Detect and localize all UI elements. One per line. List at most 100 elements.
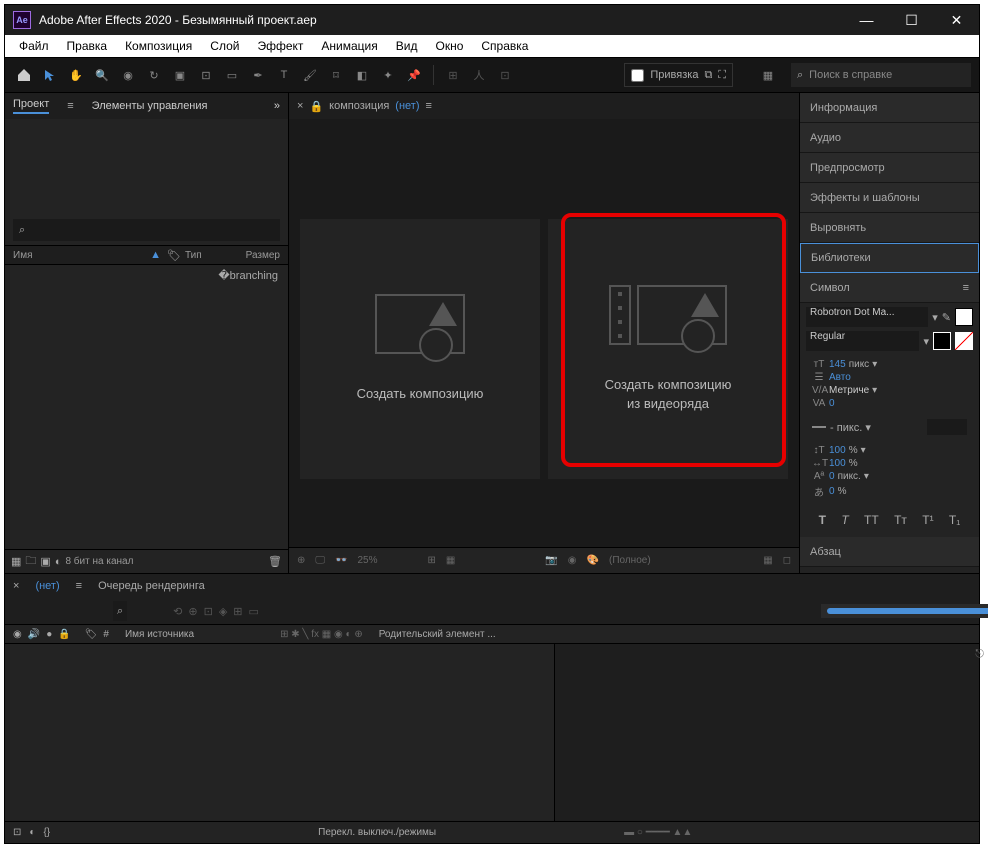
col-parent[interactable]: Родительский элемент ... <box>379 629 496 640</box>
axis-z-icon[interactable]: ⊡ <box>494 64 516 86</box>
panel-align[interactable]: Выровнять <box>800 213 979 243</box>
sort-indicator-icon[interactable]: ▲ <box>150 249 161 261</box>
font-size-value[interactable]: 145 <box>829 359 846 370</box>
graph-toggle-icon[interactable]: ⎋ <box>975 648 984 661</box>
rotate-tool-icon[interactable]: ↻ <box>143 64 165 86</box>
tab-project-menu-icon[interactable]: ≡ <box>67 100 73 112</box>
snap-checkbox[interactable] <box>631 69 644 82</box>
lock-icon[interactable]: 🔒 <box>58 629 70 640</box>
guides-icon[interactable]: ▦ <box>446 555 455 566</box>
faux-bold[interactable]: T <box>819 513 826 527</box>
comp-tab-menu-icon[interactable]: ≡ <box>426 100 432 112</box>
axis-x-icon[interactable]: ⊞ <box>442 64 464 86</box>
no-stroke-swatch[interactable] <box>955 332 973 350</box>
channel-icon[interactable]: ◉ <box>568 555 577 566</box>
mask-icon[interactable]: 👓 <box>335 555 347 566</box>
transparency-icon[interactable]: ▦ <box>763 555 772 566</box>
snap-options-icon[interactable]: ⛶ <box>718 69 726 82</box>
zoom-tool-icon[interactable]: 🔍 <box>91 64 113 86</box>
panel-paragraph[interactable]: Абзац <box>800 537 979 567</box>
panel-info[interactable]: Информация <box>800 93 979 123</box>
timeline-tracks[interactable]: ⎋ <box>555 644 979 821</box>
colormgmt-icon[interactable]: 🎨 <box>587 555 599 566</box>
leading-value[interactable]: Авто <box>829 372 851 383</box>
timeline-tab-none[interactable]: (нет) <box>35 580 59 592</box>
tag-icon[interactable]: 🏷 <box>167 249 181 262</box>
panel-character-header[interactable]: Символ≡ <box>800 273 979 303</box>
baseline-value[interactable]: 0 <box>829 471 835 482</box>
tabs-overflow-icon[interactable]: » <box>274 100 280 112</box>
resolution-value[interactable]: (Полное) <box>609 555 651 566</box>
switches-modes-toggle[interactable]: Перекл. выключ./режимы <box>318 827 436 838</box>
create-composition-card[interactable]: Создать композицию <box>300 219 540 479</box>
adjust-icon[interactable]: ◐ <box>55 556 62 568</box>
workspace-icon[interactable]: ▦ <box>757 64 779 86</box>
snap-magnet-icon[interactable]: ⧉ <box>704 69 712 82</box>
timeline-tab-render[interactable]: Очередь рендеринга <box>98 580 205 592</box>
type-tool-icon[interactable]: T <box>273 64 295 86</box>
panel-effects[interactable]: Эффекты и шаблоны <box>800 183 979 213</box>
tl-tool-icon[interactable]: ▭ <box>249 605 259 618</box>
folder-icon[interactable]: 🗀 <box>25 552 36 571</box>
hscale-value[interactable]: 100 <box>829 458 846 469</box>
minimize-button[interactable]: — <box>844 5 889 35</box>
zoom-value[interactable]: 25% <box>357 555 377 566</box>
menu-edit[interactable]: Правка <box>59 37 116 55</box>
tl-tool-icon[interactable]: ◈ <box>219 605 227 618</box>
font-family-dropdown[interactable]: Robotron Dot Ma... <box>806 307 928 327</box>
eyedropper-icon[interactable]: ✎ <box>942 311 951 324</box>
panel-preview[interactable]: Предпросмотр <box>800 153 979 183</box>
interpret-icon[interactable]: ▦ <box>11 555 21 568</box>
create-from-footage-card[interactable]: Создать композицию из видеоряда <box>548 219 788 479</box>
new-comp-icon[interactable]: ▣ <box>40 555 50 568</box>
menu-window[interactable]: Окно <box>427 37 471 55</box>
tracking-value[interactable]: 0 <box>829 398 835 409</box>
menu-file[interactable]: Файл <box>11 37 57 55</box>
panel-menu-icon[interactable]: ≡ <box>963 282 969 294</box>
grid-icon[interactable]: ⊞ <box>428 555 436 566</box>
menu-composition[interactable]: Композиция <box>117 37 200 55</box>
bit-depth[interactable]: 8 бит на канал <box>65 556 133 567</box>
roto-tool-icon[interactable]: ✦ <box>377 64 399 86</box>
tab-project[interactable]: Проект <box>13 98 49 114</box>
col-source-name[interactable]: Имя источника <box>125 629 194 640</box>
camera-tool-icon[interactable]: ▣ <box>169 64 191 86</box>
superscript[interactable]: T¹ <box>922 513 933 527</box>
menu-layer[interactable]: Слой <box>202 37 247 55</box>
lock-icon[interactable]: 🔒 <box>309 100 323 113</box>
tab-effect-controls[interactable]: Элементы управления <box>92 100 208 112</box>
col-name[interactable]: Имя <box>13 250 32 261</box>
project-list-empty[interactable] <box>5 286 288 549</box>
solo-icon[interactable]: ● <box>46 629 52 640</box>
stroke-unit[interactable]: - пикс. ▾ <box>830 421 871 434</box>
subscript[interactable]: T₁ <box>949 513 960 527</box>
zoom-out-icon[interactable]: ▬ ○ ━━━━ ▲▲ <box>624 827 692 838</box>
menu-animation[interactable]: Анимация <box>313 37 385 55</box>
stroke-color-swatch[interactable] <box>933 332 951 350</box>
close-button[interactable]: ✕ <box>934 5 979 35</box>
puppet-tool-icon[interactable]: 📌 <box>403 64 425 86</box>
timeline-search[interactable]: ⌕ <box>113 601 127 621</box>
orbit-tool-icon[interactable]: ◉ <box>117 64 139 86</box>
maximize-button[interactable]: ☐ <box>889 5 934 35</box>
close-tab-icon[interactable]: × <box>13 580 19 592</box>
tl-tool-icon[interactable]: ⟲ <box>173 605 182 618</box>
selection-tool-icon[interactable] <box>39 64 61 86</box>
trash-icon[interactable]: 🗑 <box>268 555 282 568</box>
chevron-down-icon[interactable]: ▾ <box>923 335 929 348</box>
help-search[interactable]: ⌕ Поиск в справке <box>791 63 971 87</box>
region-icon[interactable]: ◻ <box>783 555 791 566</box>
tsume-value[interactable]: 0 <box>829 486 835 497</box>
magnify-icon[interactable]: ⊕ <box>297 555 305 566</box>
menu-view[interactable]: Вид <box>388 37 426 55</box>
timeline-layer-list[interactable] <box>5 644 555 821</box>
fill-color-swatch[interactable] <box>955 308 973 326</box>
project-search[interactable]: ⌕ <box>13 219 280 241</box>
stroke-style-dropdown[interactable] <box>927 419 967 435</box>
brush-tool-icon[interactable]: 🖌 <box>299 64 321 86</box>
chevron-down-icon[interactable]: ▾ <box>932 311 938 324</box>
home-tool-icon[interactable] <box>13 64 35 86</box>
col-size[interactable]: Размер <box>246 250 280 261</box>
font-style-dropdown[interactable]: Regular <box>806 331 919 351</box>
close-tab-icon[interactable]: × <box>297 100 303 112</box>
